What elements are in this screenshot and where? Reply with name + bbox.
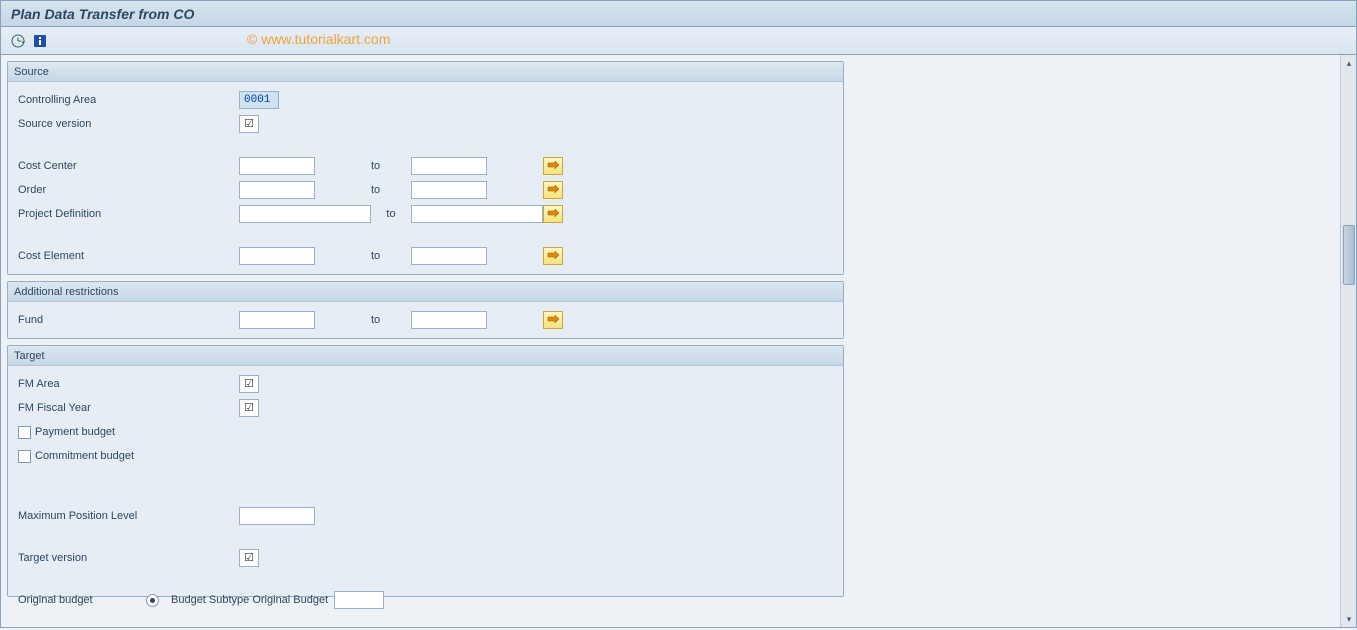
title-bar: Plan Data Transfer from CO bbox=[1, 1, 1356, 27]
label-target-version: Target version bbox=[14, 552, 239, 564]
target-version-input[interactable]: ☑ bbox=[239, 549, 259, 567]
source-version-input[interactable]: ☑ bbox=[239, 115, 259, 133]
label-max-position-level: Maximum Position Level bbox=[14, 510, 239, 522]
app-shell: Plan Data Transfer from CO © www.tutoria… bbox=[0, 0, 1357, 628]
project-def-from-input[interactable] bbox=[239, 205, 371, 223]
label-payment-budget: Payment budget bbox=[35, 426, 115, 438]
label-fm-area: FM Area bbox=[14, 378, 239, 390]
info-icon[interactable] bbox=[31, 32, 49, 50]
watermark: © www.tutorialkart.com bbox=[247, 31, 390, 47]
panel-header-target: Target bbox=[8, 346, 843, 366]
panel-additional-restrictions: Additional restrictions Fund to bbox=[7, 281, 844, 339]
budget-subtype-input[interactable] bbox=[334, 591, 384, 609]
scroll-down-icon[interactable]: ▾ bbox=[1343, 613, 1355, 625]
multiple-selection-button[interactable] bbox=[543, 311, 563, 329]
order-to-input[interactable] bbox=[411, 181, 487, 199]
label-budget-subtype: Budget Subtype Original Budget bbox=[171, 594, 328, 606]
toolbar: © www.tutorialkart.com bbox=[1, 27, 1356, 55]
execute-icon[interactable] bbox=[9, 32, 27, 50]
to-label: to bbox=[315, 160, 411, 172]
multiple-selection-button[interactable] bbox=[543, 205, 563, 223]
order-from-input[interactable] bbox=[239, 181, 315, 199]
original-budget-radio[interactable] bbox=[146, 594, 159, 607]
multiple-selection-button[interactable] bbox=[543, 157, 563, 175]
controlling-area-input[interactable]: 0001 bbox=[239, 91, 279, 109]
max-position-level-input[interactable] bbox=[239, 507, 315, 525]
fund-to-input[interactable] bbox=[411, 311, 487, 329]
project-def-to-input[interactable] bbox=[411, 205, 543, 223]
fm-fiscal-year-input[interactable]: ☑ bbox=[239, 399, 259, 417]
page-title: Plan Data Transfer from CO bbox=[11, 6, 194, 22]
multiple-selection-button[interactable] bbox=[543, 181, 563, 199]
label-source-version: Source version bbox=[14, 118, 239, 130]
commitment-budget-checkbox[interactable] bbox=[18, 450, 31, 463]
panel-header-source: Source bbox=[8, 62, 843, 82]
label-fund: Fund bbox=[14, 314, 239, 326]
to-label: to bbox=[315, 250, 411, 262]
panel-header-addl: Additional restrictions bbox=[8, 282, 843, 302]
scroll-thumb[interactable] bbox=[1343, 225, 1355, 285]
panel-source: Source Controlling Area 0001 Source vers… bbox=[7, 61, 844, 275]
fm-area-input[interactable]: ☑ bbox=[239, 375, 259, 393]
cost-element-to-input[interactable] bbox=[411, 247, 487, 265]
label-order: Order bbox=[14, 184, 239, 196]
label-original-budget: Original budget bbox=[14, 594, 146, 606]
panel-target: Target FM Area ☑ FM Fiscal Year ☑ Paymen… bbox=[7, 345, 844, 597]
label-fm-fiscal-year: FM Fiscal Year bbox=[14, 402, 239, 414]
to-label: to bbox=[315, 184, 411, 196]
cost-center-from-input[interactable] bbox=[239, 157, 315, 175]
content-area: Source Controlling Area 0001 Source vers… bbox=[1, 55, 1356, 627]
label-project-definition: Project Definition bbox=[14, 208, 239, 220]
label-controlling-area: Controlling Area bbox=[14, 94, 239, 106]
label-commitment-budget: Commitment budget bbox=[35, 450, 134, 462]
multiple-selection-button[interactable] bbox=[543, 247, 563, 265]
vertical-scrollbar[interactable]: ▴ ▾ bbox=[1340, 55, 1356, 627]
cost-element-from-input[interactable] bbox=[239, 247, 315, 265]
scroll-up-icon[interactable]: ▴ bbox=[1343, 57, 1355, 69]
label-cost-center: Cost Center bbox=[14, 160, 239, 172]
fund-from-input[interactable] bbox=[239, 311, 315, 329]
label-cost-element: Cost Element bbox=[14, 250, 239, 262]
to-label: to bbox=[371, 208, 411, 220]
to-label: to bbox=[315, 314, 411, 326]
cost-center-to-input[interactable] bbox=[411, 157, 487, 175]
payment-budget-checkbox[interactable] bbox=[18, 426, 31, 439]
